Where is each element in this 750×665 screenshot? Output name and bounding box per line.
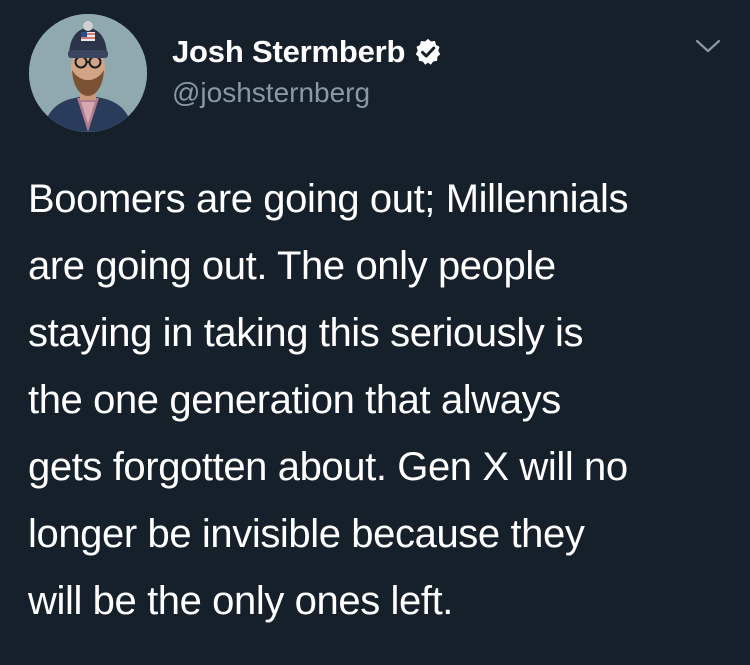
tweet-text-line: are going out. The only people xyxy=(28,244,556,288)
author-display-name[interactable]: Josh Stermberb xyxy=(172,34,405,70)
tweet-text-line: gets forgotten about. Gen X will no xyxy=(28,445,628,489)
avatar-image xyxy=(29,14,147,132)
tweet-text-line: Boomers are going out; Millennials xyxy=(28,177,629,221)
tweet-text-line: the one generation that always xyxy=(28,378,561,422)
tweet-card: Josh Stermberb @joshsternberg Boomers ar… xyxy=(0,0,750,665)
tweet-text: Boomers are going out; Millennials are g… xyxy=(28,166,728,635)
author-handle[interactable]: @joshsternberg xyxy=(172,77,370,109)
tweet-text-line: will be the only ones left. xyxy=(28,579,454,623)
tweet-text-line: longer be invisible because they xyxy=(28,512,585,556)
author-name-row: Josh Stermberb xyxy=(172,32,443,72)
chevron-down-icon[interactable] xyxy=(694,36,722,56)
avatar[interactable] xyxy=(29,14,147,132)
tweet-text-line: staying in taking this seriously is xyxy=(28,311,584,355)
verified-badge-icon xyxy=(413,37,443,67)
